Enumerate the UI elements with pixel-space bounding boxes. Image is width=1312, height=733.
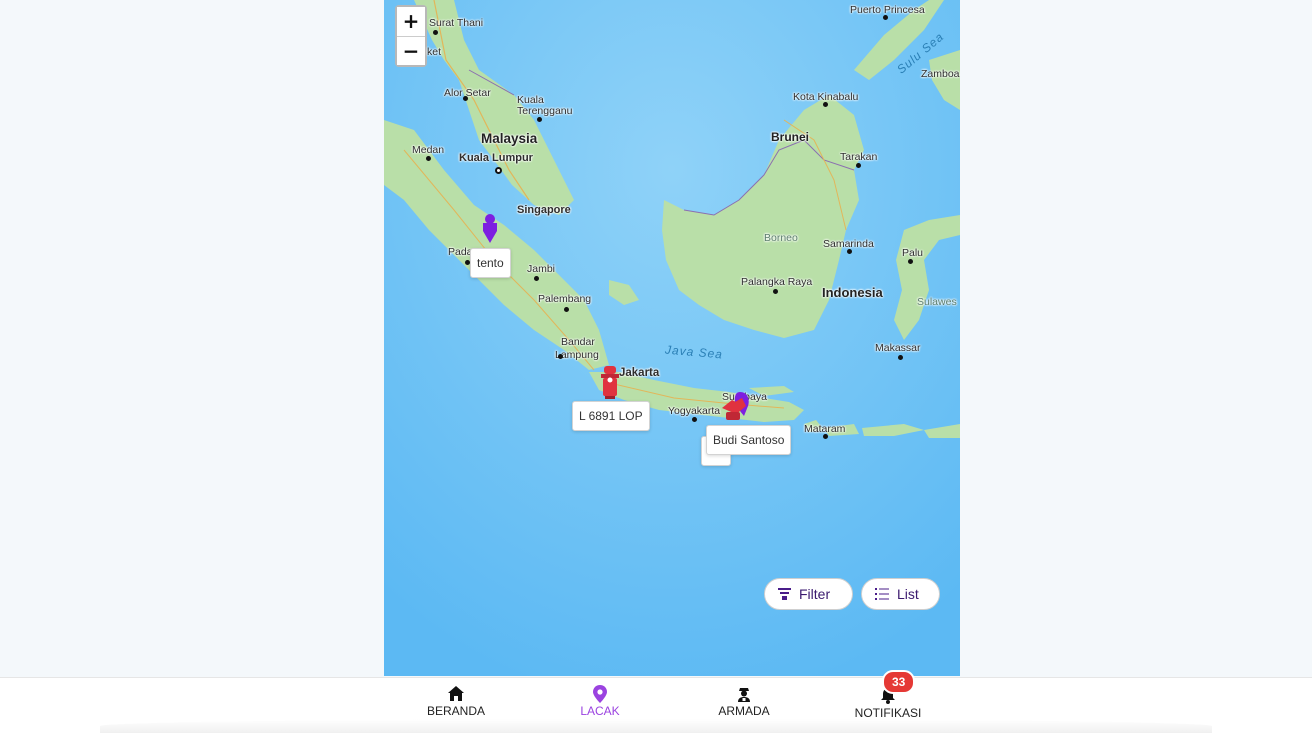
truck-marker[interactable]: [600, 366, 620, 400]
driver-icon: [738, 688, 750, 702]
nav-label: BERANDA: [426, 704, 485, 718]
list-icon: [875, 588, 889, 600]
city-dot: [463, 96, 468, 101]
place-label: Jakarta: [619, 367, 660, 379]
place-label: Medan: [412, 144, 445, 156]
nav-item-lacak[interactable]: LACAK: [528, 684, 672, 718]
nav-shadow: [100, 719, 1212, 733]
place-label: Terengganu: [517, 105, 573, 117]
city-dot: [847, 249, 852, 254]
home-icon: [448, 686, 464, 701]
place-label: Palembang: [538, 293, 592, 305]
tracking-map[interactable]: + − Surat Thani ket Alor Setar Kuala Ter…: [384, 0, 960, 676]
place-label: Kuala Lumpur: [459, 152, 533, 164]
island-label: Sulawes: [917, 296, 957, 308]
place-label: Bandar: [561, 336, 595, 348]
city-dot: [908, 259, 913, 264]
place-label: ket: [427, 46, 442, 58]
place-label: Makassar: [875, 342, 921, 354]
nav-label: LACAK: [580, 704, 620, 718]
vehicle-marker[interactable]: [481, 213, 499, 245]
list-label: List: [897, 586, 919, 602]
list-button[interactable]: List: [861, 578, 940, 610]
vehicle-cluster-marker[interactable]: [718, 390, 758, 422]
city-dot: [823, 434, 828, 439]
place-label: Puerto Princesa: [850, 4, 925, 16]
zoom-out-button[interactable]: −: [397, 36, 425, 65]
vehicle-label[interactable]: L 6891 LOP: [572, 401, 650, 431]
country-label: Malaysia: [481, 131, 538, 146]
city-dot: [534, 276, 539, 281]
filter-label: Filter: [799, 586, 831, 602]
country-label: Indonesia: [822, 285, 883, 300]
place-label: Jambi: [527, 263, 556, 275]
vehicle-label[interactable]: tento: [470, 248, 511, 278]
notification-badge: 33: [882, 670, 916, 694]
city-dot: [692, 417, 697, 422]
nav-item-beranda[interactable]: BERANDA: [384, 684, 528, 718]
city-dot: [856, 163, 861, 168]
nav-item-armada[interactable]: ARMADA: [672, 684, 816, 718]
place-label: Surat Thani: [429, 17, 484, 29]
city-dot: [773, 289, 778, 294]
country-label: Brunei: [771, 130, 810, 144]
city-dot: [426, 156, 431, 161]
city-dot: [898, 355, 903, 360]
island-label: Borneo: [764, 232, 798, 244]
place-label: Singapore: [517, 204, 571, 216]
location-pin-icon: [593, 685, 607, 703]
nav-label: NOTIFIKASI: [854, 706, 922, 720]
place-label: Palangka Raya: [741, 276, 813, 288]
place-label: Yogyakarta: [668, 405, 721, 417]
zoom-in-button[interactable]: +: [397, 7, 425, 36]
city-dot: [823, 102, 828, 107]
filter-button[interactable]: Filter: [764, 578, 853, 610]
map-base-layer: [384, 0, 960, 676]
city-dot: [558, 354, 563, 359]
bottom-navigation: BERANDA LACAK ARMADA NOTIFIKASI: [0, 677, 1312, 733]
zoom-control: + −: [395, 5, 427, 67]
filter-icon: [778, 588, 791, 600]
place-label: Tarakan: [840, 151, 878, 163]
capital-dot: [495, 167, 502, 174]
city-dot: [433, 30, 438, 35]
city-dot: [537, 117, 542, 122]
city-dot: [564, 307, 569, 312]
vehicle-label[interactable]: Budi Santoso: [706, 425, 792, 455]
place-label: Palu: [902, 247, 924, 259]
place-label: Zamboa: [921, 68, 960, 80]
nav-label: ARMADA: [718, 704, 770, 718]
city-dot: [883, 15, 888, 20]
